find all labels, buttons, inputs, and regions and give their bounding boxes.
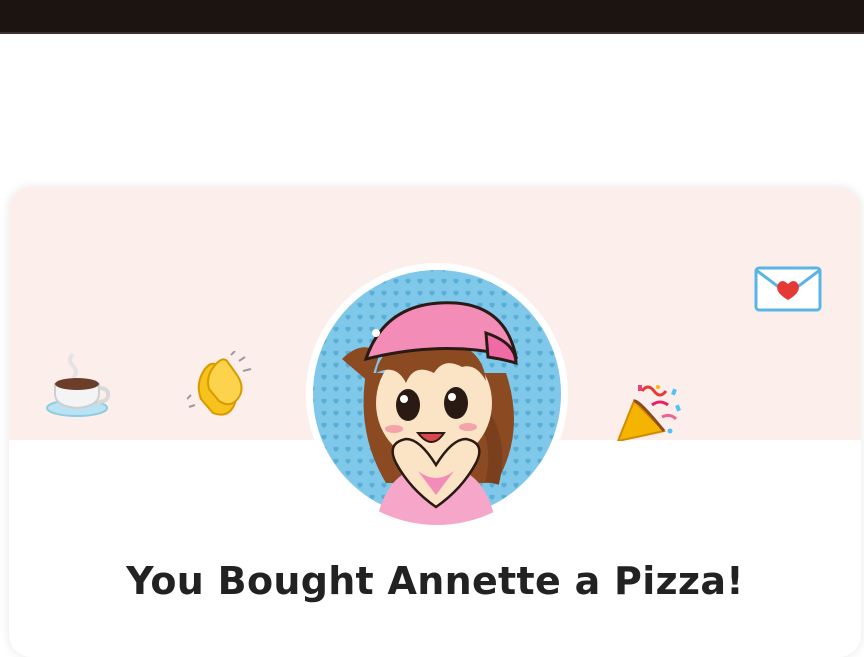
page-title: You Bought Annette a Pizza! [126, 559, 744, 603]
top-navigation-bar [0, 0, 864, 34]
party-popper-icon [612, 383, 684, 441]
clapping-hands-icon [187, 351, 253, 417]
creator-avatar [306, 263, 568, 525]
love-letter-icon [754, 266, 822, 312]
confirmation-card: You Bought Annette a Pizza! [9, 187, 861, 657]
hot-beverage-icon [45, 350, 113, 420]
